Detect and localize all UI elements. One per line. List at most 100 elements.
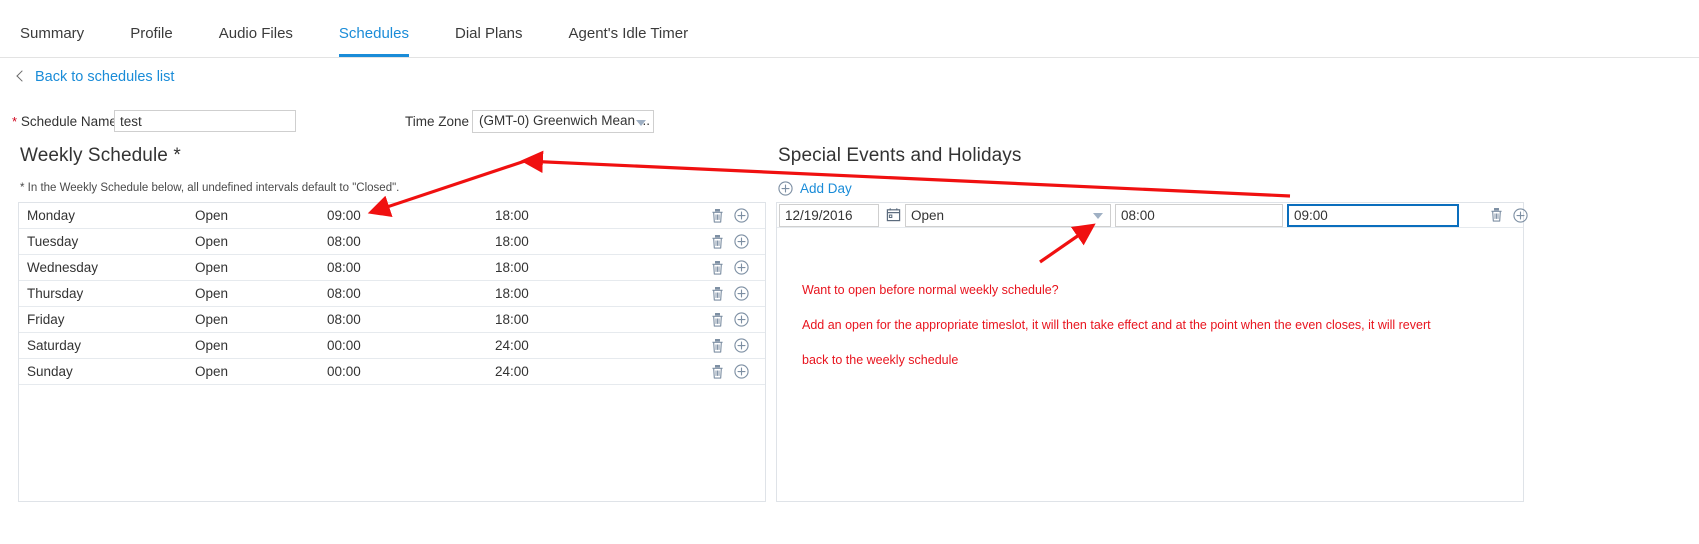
add-interval-button[interactable] [734,260,749,275]
add-interval-button[interactable] [734,338,749,353]
plus-circle-icon [734,208,749,223]
weekly-schedule-row: Saturday Open 00:00 24:00 [19,333,765,359]
annotation-line-3: back to the weekly schedule [802,352,959,367]
delete-row-button[interactable] [1489,207,1504,223]
weekly-row-from-time: 08:00 [327,234,361,249]
back-link-label: Back to schedules list [35,69,175,85]
tab-profile[interactable]: Profile [130,25,173,57]
weekly-row-to-time: 18:00 [495,312,529,327]
schedule-name-input[interactable] [114,110,296,132]
plus-circle-icon [1513,207,1528,223]
delete-row-button[interactable] [710,364,725,380]
weekly-schedule-table: Monday Open 09:00 18:00 Tuesday Open 08:00 18:0… [18,202,766,502]
schedule-name-label: * Schedule Name [12,114,117,129]
timezone-label: Time Zone [405,114,470,129]
special-event-to-time-input[interactable] [1287,203,1459,227]
weekly-row-state: Open [195,234,229,249]
weekly-row-actions [685,234,765,250]
weekly-row-from-time: 09:00 [327,208,361,223]
add-interval-button[interactable] [734,234,749,249]
weekly-row-day: Tuesday [27,234,79,249]
annotation-line-2: Add an open for the appropriate timeslot… [802,317,1431,332]
tab-agents-idle-timer[interactable]: Agent's Idle Timer [569,25,689,57]
weekly-row-day: Sunday [27,364,73,379]
weekly-row-to-time: 18:00 [495,260,529,275]
weekly-row-state: Open [195,338,229,353]
trash-icon [712,234,723,249]
special-events-title: Special Events and Holidays [778,145,1022,166]
add-interval-button[interactable] [734,286,749,301]
trash-icon [712,286,723,301]
add-day-label: Add Day [800,181,852,196]
delete-row-button[interactable] [710,208,725,224]
weekly-row-from-time: 08:00 [327,260,361,275]
plus-circle-icon [734,312,749,327]
special-event-date-input[interactable] [779,203,879,227]
back-to-schedules-list-link[interactable]: Back to schedules list [14,69,174,85]
weekly-schedule-row: Tuesday Open 08:00 18:00 [19,229,765,255]
weekly-schedule-row: Friday Open 08:00 18:00 [19,307,765,333]
annotation-text: Want to open before normal weekly schedu… [802,264,1431,369]
weekly-row-from-time: 00:00 [327,364,361,379]
delete-row-button[interactable] [710,260,725,276]
trash-icon [712,364,723,379]
special-event-state-wrap [905,203,1111,227]
schedule-name-label-text: Schedule Name [20,114,117,129]
plus-circle-icon [778,181,793,196]
trash-icon [1491,208,1502,222]
weekly-row-day: Friday [27,312,65,327]
weekly-schedule-title: Weekly Schedule * [20,145,181,166]
weekly-row-day: Wednesday [27,260,99,275]
weekly-row-state: Open [195,312,229,327]
weekly-row-actions [685,312,765,328]
delete-row-button[interactable] [710,338,725,354]
delete-row-button[interactable] [710,234,725,250]
plus-circle-icon [734,338,749,353]
special-event-date-wrap [779,203,901,227]
add-interval-button[interactable] [734,364,749,379]
weekly-schedule-row: Sunday Open 00:00 24:00 [19,359,765,385]
trash-icon [712,312,723,327]
required-asterisk: * [12,114,18,129]
schedule-meta-row: * Schedule Name Time Zone (GMT-0) Greenw… [0,110,1699,136]
add-day-button[interactable]: Add Day [778,181,852,196]
plus-circle-icon [734,286,749,301]
tab-audio-files[interactable]: Audio Files [219,25,293,57]
timezone-select[interactable]: (GMT-0) Greenwich Mean ... [472,110,654,133]
delete-row-button[interactable] [710,312,725,328]
delete-row-button[interactable] [710,286,725,302]
weekly-row-to-time: 18:00 [495,286,529,301]
weekly-row-from-time: 00:00 [327,338,361,353]
trash-icon [712,338,723,353]
weekly-row-actions [685,338,765,354]
special-event-row [777,203,1528,228]
tab-schedules[interactable]: Schedules [338,25,409,57]
special-event-state-select[interactable] [905,203,1111,227]
special-event-from-time-input[interactable] [1115,203,1283,227]
add-interval-button[interactable] [734,312,749,327]
annotation-line-1: Want to open before normal weekly schedu… [802,282,1059,297]
plus-circle-icon [734,364,749,379]
weekly-row-to-time: 18:00 [495,208,529,223]
calendar-picker-button[interactable] [886,207,901,222]
plus-circle-icon [734,234,749,249]
weekly-row-from-time: 08:00 [327,312,361,327]
weekly-row-state: Open [195,364,229,379]
weekly-schedule-row: Wednesday Open 08:00 18:00 [19,255,765,281]
weekly-row-day: Thursday [27,286,84,301]
weekly-row-state: Open [195,208,229,223]
tab-dial-plans[interactable]: Dial Plans [455,25,523,57]
weekly-schedule-row: Monday Open 09:00 18:00 [19,203,765,229]
add-interval-button[interactable] [1513,207,1528,223]
tab-summary[interactable]: Summary [20,25,84,57]
weekly-row-day: Monday [27,208,76,223]
weekly-row-to-time: 24:00 [495,364,529,379]
trash-icon [712,208,723,223]
add-interval-button[interactable] [734,208,749,223]
special-event-row-actions [1489,207,1528,223]
weekly-row-from-time: 08:00 [327,286,361,301]
weekly-row-to-time: 18:00 [495,234,529,249]
chevron-left-icon [14,71,27,84]
weekly-row-actions [685,364,765,380]
weekly-row-actions [685,260,765,276]
